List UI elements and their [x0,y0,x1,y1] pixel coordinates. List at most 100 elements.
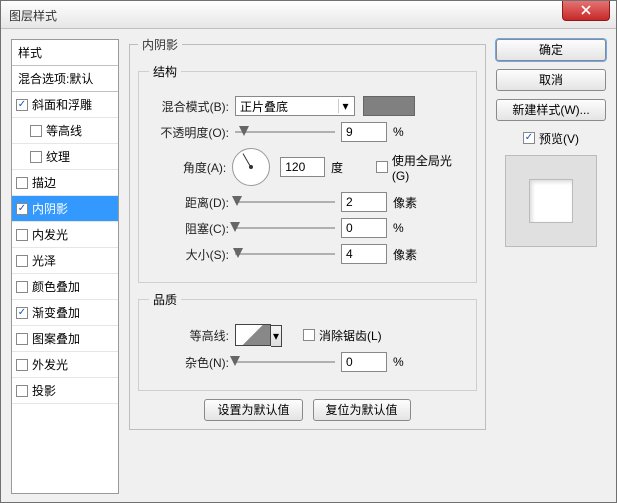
structure-group: 结构 混合模式(B): 正片叠底 ▾ 不透明度(O): 9 % 角度 [138,63,477,283]
size-label: 大小(S): [149,246,229,263]
antialias-label: 消除锯齿(L) [319,327,382,344]
style-item-label: 颜色叠加 [32,278,80,295]
angle-unit: 度 [331,159,362,176]
opacity-unit: % [393,125,425,139]
choke-slider[interactable] [235,221,335,235]
style-item-5[interactable]: 内发光 [12,222,118,248]
style-item-9[interactable]: 图案叠加 [12,326,118,352]
global-light-label: 使用全局光(G) [392,152,466,183]
titlebar: 图层样式 [1,1,616,29]
opacity-input[interactable]: 9 [341,122,387,142]
noise-unit: % [393,355,425,369]
chevron-down-icon: ▾ [271,325,282,347]
style-item-label: 外发光 [32,356,68,373]
style-item-label: 纹理 [46,148,70,165]
checkbox-icon [303,329,315,341]
style-item-label: 描边 [32,174,56,191]
settings-panel: 内阴影 结构 混合模式(B): 正片叠底 ▾ 不透明度(O): 9 % [129,36,486,494]
style-item-label: 投影 [32,382,56,399]
styles-list: 样式 混合选项:默认 斜面和浮雕等高线纹理描边内阴影内发光光泽颜色叠加渐变叠加图… [11,39,119,494]
close-button[interactable] [562,1,610,21]
structure-title: 结构 [149,63,181,80]
size-slider[interactable] [235,247,335,261]
style-item-4[interactable]: 内阴影 [12,196,118,222]
size-unit: 像素 [393,246,425,263]
blend-mode-combo[interactable]: 正片叠底 ▾ [235,96,355,116]
style-item-7[interactable]: 颜色叠加 [12,274,118,300]
style-item-8[interactable]: 渐变叠加 [12,300,118,326]
close-icon [580,1,592,19]
distance-input[interactable]: 2 [341,192,387,212]
antialias-checkbox[interactable]: 消除锯齿(L) [303,327,382,344]
style-item-label: 等高线 [46,122,82,139]
checkbox-icon [30,125,42,137]
quality-title: 品质 [149,291,181,308]
style-item-label: 内阴影 [32,200,68,217]
choke-label: 阻塞(C): [149,220,229,237]
blend-mode-value: 正片叠底 [240,98,288,115]
ok-button[interactable]: 确定 [496,39,606,61]
panel-title: 内阴影 [138,36,182,53]
dialog-buttons: 确定 取消 新建样式(W)... 预览(V) [496,39,606,247]
opacity-slider[interactable] [235,125,335,139]
noise-input[interactable]: 0 [341,352,387,372]
checkbox-icon [16,203,28,215]
styles-header[interactable]: 样式 [12,40,118,66]
checkbox-icon [16,255,28,267]
chevron-down-icon: ▾ [338,99,352,113]
contour-picker[interactable]: ▾ [235,324,271,346]
blend-mode-label: 混合模式(B): [149,98,229,115]
reset-default-button[interactable]: 复位为默认值 [313,399,411,421]
checkbox-icon [16,307,28,319]
choke-input[interactable]: 0 [341,218,387,238]
style-item-6[interactable]: 光泽 [12,248,118,274]
style-item-label: 斜面和浮雕 [32,96,92,113]
noise-label: 杂色(N): [149,354,229,371]
style-item-11[interactable]: 投影 [12,378,118,404]
distance-slider[interactable] [235,195,335,209]
checkbox-icon [16,333,28,345]
checkbox-icon [30,151,42,163]
angle-input[interactable]: 120 [280,157,325,177]
preview-swatch [529,179,573,223]
layer-style-dialog: 图层样式 样式 混合选项:默认 斜面和浮雕等高线纹理描边内阴影内发光光泽颜色叠加… [0,0,617,503]
inner-shadow-group: 内阴影 结构 混合模式(B): 正片叠底 ▾ 不透明度(O): 9 % [129,36,486,430]
distance-label: 距离(D): [149,194,229,211]
contour-label: 等高线: [149,327,229,344]
checkbox-icon [16,177,28,189]
shadow-color-swatch[interactable] [363,96,415,116]
distance-unit: 像素 [393,194,425,211]
preview-checkbox[interactable]: 预览(V) [523,130,579,147]
angle-label: 角度(A): [149,159,226,176]
style-item-label: 光泽 [32,252,56,269]
window-title: 图层样式 [9,7,57,24]
checkbox-icon [16,281,28,293]
make-default-button[interactable]: 设置为默认值 [204,399,302,421]
checkbox-icon [523,132,535,144]
blending-options-item[interactable]: 混合选项:默认 [12,66,118,92]
new-style-button[interactable]: 新建样式(W)... [496,99,606,121]
style-item-3[interactable]: 描边 [12,170,118,196]
choke-unit: % [393,221,425,235]
angle-dial[interactable] [232,148,270,186]
style-item-0[interactable]: 斜面和浮雕 [12,92,118,118]
style-item-10[interactable]: 外发光 [12,352,118,378]
checkbox-icon [376,161,388,173]
preview-label: 预览(V) [539,130,579,147]
style-item-2[interactable]: 纹理 [12,144,118,170]
checkbox-icon [16,229,28,241]
quality-group: 品质 等高线: ▾ 消除锯齿(L) 杂色(N): 0 % [138,291,477,391]
noise-slider[interactable] [235,355,335,369]
checkbox-icon [16,385,28,397]
checkbox-icon [16,99,28,111]
opacity-label: 不透明度(O): [149,124,229,141]
style-item-label: 图案叠加 [32,330,80,347]
style-item-label: 渐变叠加 [32,304,80,321]
style-item-1[interactable]: 等高线 [12,118,118,144]
global-light-checkbox[interactable]: 使用全局光(G) [376,152,466,183]
checkbox-icon [16,359,28,371]
size-input[interactable]: 4 [341,244,387,264]
cancel-button[interactable]: 取消 [496,69,606,91]
preview-thumbnail [505,155,597,247]
style-item-label: 内发光 [32,226,68,243]
